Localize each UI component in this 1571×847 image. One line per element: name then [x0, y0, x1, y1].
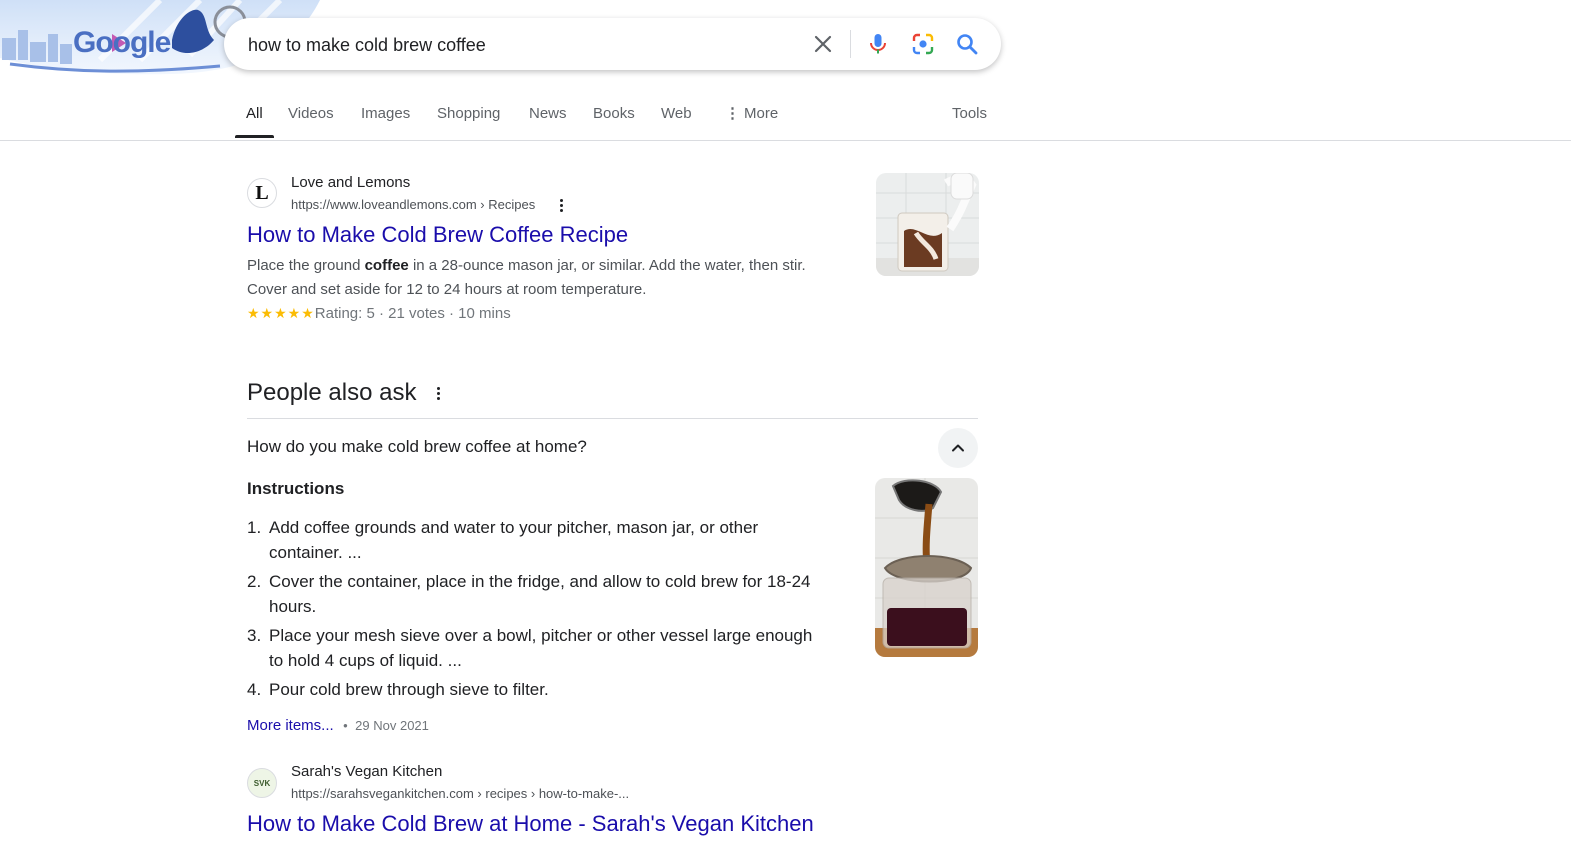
tab-more-label: More	[744, 105, 779, 122]
tools-button[interactable]: Tools	[952, 96, 987, 138]
tab-all[interactable]: All	[235, 96, 274, 138]
search-box	[224, 18, 1001, 72]
result-title-link[interactable]: How to Make Cold Brew Coffee Recipe	[247, 222, 628, 248]
microphone-icon[interactable]	[864, 30, 892, 58]
favicon-letter: L	[255, 181, 269, 204]
paa-heading: People also ask	[247, 379, 417, 406]
result-options-button[interactable]	[555, 196, 567, 214]
more-items-link[interactable]: More items...	[247, 717, 334, 734]
close-icon[interactable]	[809, 30, 837, 58]
site-name[interactable]: Sarah's Vegan Kitchen	[291, 763, 442, 780]
paa-more-row: More items... • 29 Nov 2021	[247, 717, 429, 735]
site-name[interactable]: Love and Lemons	[291, 174, 410, 191]
tab-videos[interactable]: Videos	[288, 96, 334, 138]
paa-date: 29 Nov 2021	[355, 718, 429, 733]
tab-books[interactable]: Books	[593, 96, 635, 138]
tab-more[interactable]: ⋮ More	[725, 96, 778, 138]
tabs-divider	[0, 140, 1571, 141]
rating-stars-icon: ★★★★★	[247, 305, 315, 321]
search-icon[interactable]	[953, 30, 981, 58]
paa-divider	[247, 418, 978, 419]
search-divider	[850, 30, 851, 58]
paa-options-button[interactable]	[432, 384, 444, 402]
more-vert-icon: ⋮	[725, 105, 740, 122]
doodle-wordmark: Google	[73, 26, 171, 59]
instruction-step: 2. Cover the container, place in the fri…	[247, 572, 811, 616]
result-thumbnail[interactable]	[876, 173, 979, 276]
tab-news[interactable]: News	[529, 96, 567, 138]
instruction-step: 4. Pour cold brew through sieve to filte…	[247, 680, 549, 699]
tab-web[interactable]: Web	[661, 96, 692, 138]
search-input[interactable]	[246, 18, 790, 72]
paa-thumbnail[interactable]	[875, 478, 978, 657]
site-favicon[interactable]: L	[247, 178, 277, 208]
site-favicon[interactable]: SVK	[247, 768, 277, 798]
chevron-up-icon	[952, 444, 964, 452]
tab-images[interactable]: Images	[361, 96, 410, 138]
result-rating: ★★★★★Rating: 5 · 21 votes · 10 mins	[247, 305, 511, 322]
result-snippet: Place the ground coffee in a 28-ounce ma…	[247, 257, 806, 298]
instruction-step: 1. Add coffee grounds and water to your …	[247, 518, 759, 562]
favicon-letter: SVK	[253, 778, 271, 788]
lens-camera-icon[interactable]	[909, 30, 937, 58]
paa-collapse-button[interactable]	[938, 428, 978, 468]
instructions-list: 1. Add coffee grounds and water to your …	[247, 515, 867, 706]
result-title-link[interactable]: How to Make Cold Brew at Home - Sarah's …	[247, 811, 814, 837]
site-url[interactable]: https://sarahsvegankitchen.com › recipes…	[291, 786, 629, 801]
tab-shopping[interactable]: Shopping	[437, 96, 500, 138]
rating-text: Rating: 5 · 21 votes · 10 mins	[314, 305, 511, 322]
instructions-heading: Instructions	[247, 479, 345, 498]
site-url[interactable]: https://www.loveandlemons.com › Recipes	[291, 197, 535, 212]
bullet-separator: •	[343, 718, 348, 733]
instruction-step: 3. Place your mesh sieve over a bowl, pi…	[247, 626, 813, 670]
paa-question[interactable]: How do you make cold brew coffee at home…	[247, 437, 587, 457]
